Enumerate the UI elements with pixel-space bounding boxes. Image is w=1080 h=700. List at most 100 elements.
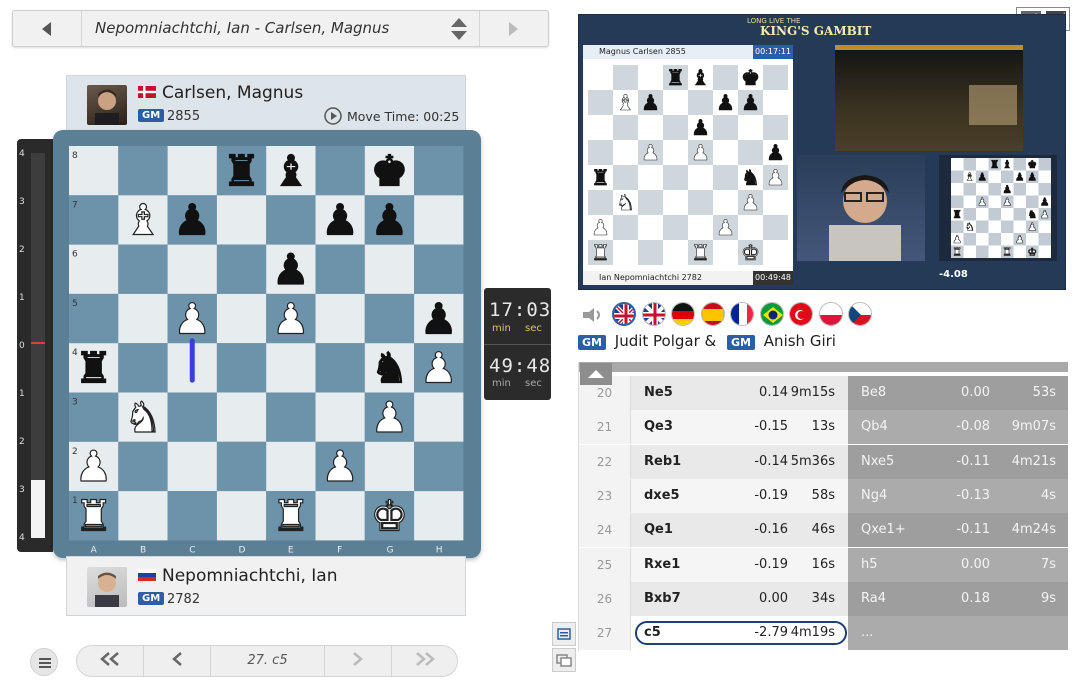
white-move-cell[interactable]: Rxe1 -0.19 16s bbox=[631, 547, 848, 582]
board-square[interactable] bbox=[216, 392, 267, 442]
board-square[interactable] bbox=[266, 392, 316, 442]
fr-flag-icon[interactable] bbox=[730, 302, 754, 326]
white-rook-piece[interactable]: ♜ bbox=[74, 491, 113, 541]
board-square[interactable] bbox=[167, 146, 217, 196]
black-bishop-piece[interactable]: ♝ bbox=[271, 146, 310, 196]
black-move-cell[interactable]: Qb4 -0.08 9m07s bbox=[848, 410, 1068, 445]
en-gb-flag-icon[interactable] bbox=[612, 302, 636, 326]
board-square[interactable] bbox=[364, 293, 415, 344]
board-square[interactable] bbox=[216, 491, 267, 541]
white-move-cell[interactable]: c5 -2.79 4m19s bbox=[631, 616, 848, 651]
video-stream[interactable]: LONG LIVE THE KING'S GAMBIT Magnus Carls… bbox=[578, 14, 1066, 290]
black-pawn-piece[interactable]: ♟ bbox=[370, 195, 409, 245]
board-square[interactable] bbox=[216, 293, 267, 344]
board-square[interactable] bbox=[315, 392, 365, 442]
black-pawn-piece[interactable]: ♟ bbox=[271, 244, 310, 294]
black-move-cell[interactable]: Ng4 -0.13 4s bbox=[848, 478, 1068, 513]
board-square[interactable] bbox=[216, 441, 267, 492]
board-square[interactable] bbox=[414, 491, 464, 541]
black-move-cell[interactable]: h5 0.00 7s bbox=[848, 547, 1068, 582]
menu-button[interactable] bbox=[30, 648, 58, 676]
br-flag-icon[interactable] bbox=[759, 302, 784, 326]
black-pawn-piece[interactable]: ♟ bbox=[173, 195, 212, 245]
board-square[interactable] bbox=[167, 244, 217, 294]
board-square[interactable] bbox=[414, 392, 464, 442]
cz-flag-icon[interactable] bbox=[848, 302, 872, 326]
scroll-up-button[interactable] bbox=[580, 363, 612, 385]
white-knight-piece[interactable]: ♞ bbox=[123, 392, 162, 442]
board-square[interactable] bbox=[118, 491, 168, 541]
board-square[interactable] bbox=[167, 491, 217, 541]
board-square[interactable] bbox=[315, 293, 365, 344]
sort-updown-icon[interactable] bbox=[451, 18, 467, 40]
black-rook-piece[interactable]: ♜ bbox=[222, 146, 261, 196]
white-pawn-piece[interactable]: ♟ bbox=[271, 294, 310, 344]
board-square[interactable] bbox=[118, 293, 168, 344]
board-square[interactable] bbox=[266, 441, 316, 492]
board-square[interactable] bbox=[266, 343, 316, 393]
black-move-cell[interactable]: Nxe5 -0.11 4m21s bbox=[848, 444, 1068, 479]
es-flag-icon[interactable] bbox=[700, 302, 725, 326]
prev-move-button[interactable] bbox=[144, 646, 210, 676]
board-square[interactable] bbox=[118, 441, 168, 492]
game-selector[interactable]: Nepomniachtchi, Ian - Carlsen, Magnus bbox=[12, 10, 549, 47]
move-time: 5m36s bbox=[790, 453, 835, 469]
black-move-cell[interactable]: Qxe1+ -0.11 4m24s bbox=[848, 513, 1068, 548]
pl-flag-icon[interactable] bbox=[818, 302, 843, 326]
white-move-cell[interactable]: Bxb7 0.00 34s bbox=[631, 581, 848, 616]
black-move-cell[interactable]: Ra4 0.18 9s bbox=[848, 581, 1068, 616]
black-pawn-piece[interactable]: ♟ bbox=[419, 294, 458, 344]
prev-game-button[interactable] bbox=[13, 11, 81, 46]
board-square[interactable] bbox=[216, 244, 267, 294]
board-square[interactable] bbox=[216, 343, 267, 393]
board-square[interactable] bbox=[315, 244, 365, 294]
white-pawn-piece[interactable]: ♟ bbox=[74, 442, 113, 492]
next-move-button[interactable] bbox=[325, 646, 391, 676]
board-square[interactable] bbox=[364, 244, 415, 294]
first-move-button[interactable] bbox=[77, 646, 143, 676]
move-time: 16s bbox=[811, 556, 835, 572]
black-rook-piece[interactable]: ♜ bbox=[74, 343, 113, 393]
board-square[interactable] bbox=[414, 441, 464, 492]
board-square[interactable] bbox=[167, 441, 217, 492]
tr-flag-icon[interactable] bbox=[789, 302, 813, 326]
board-square[interactable] bbox=[216, 195, 267, 245]
black-king-piece[interactable]: ♚ bbox=[370, 146, 409, 196]
white-rook-piece[interactable]: ♜ bbox=[271, 491, 310, 541]
white-bishop-piece[interactable]: ♝ bbox=[123, 195, 162, 245]
board-square[interactable] bbox=[315, 146, 365, 196]
black-knight-piece[interactable]: ♞ bbox=[370, 343, 409, 393]
white-move-cell[interactable]: dxe5 -0.19 58s bbox=[631, 478, 848, 513]
board-square[interactable] bbox=[315, 491, 365, 541]
last-move-button[interactable] bbox=[392, 646, 458, 676]
board-square[interactable] bbox=[118, 146, 168, 196]
white-move-cell[interactable]: Qe3 -0.15 13s bbox=[631, 410, 848, 445]
white-pawn-piece[interactable]: ♟ bbox=[419, 343, 458, 393]
board-square[interactable] bbox=[315, 343, 365, 393]
speaker-icon[interactable] bbox=[580, 306, 604, 324]
board-square[interactable] bbox=[414, 195, 464, 245]
chess-board[interactable]: 87654321A B C D E F G H♜ ♝ ♚♝ ♟ ♟ ♟♟♟ ♟ ♟♜ ♞ ♟♞ ♟♟ ♟♜ ♜ ♚ bbox=[53, 130, 481, 558]
board-square[interactable] bbox=[118, 244, 168, 294]
white-move-cell[interactable]: Qe1 -0.16 46s bbox=[631, 513, 848, 548]
board-square[interactable] bbox=[364, 441, 415, 492]
white-king-piece[interactable]: ♚ bbox=[370, 491, 409, 541]
white-pawn-piece[interactable]: ♟ bbox=[173, 294, 212, 344]
white-move-cell[interactable]: Ne5 0.14 9m15s bbox=[631, 376, 848, 410]
board-square[interactable] bbox=[414, 146, 464, 196]
black-move-cell[interactable]: Be8 0.00 53s bbox=[848, 376, 1068, 410]
notation-view-button[interactable] bbox=[552, 622, 576, 646]
white-pawn-piece[interactable]: ♟ bbox=[321, 442, 360, 492]
black-pawn-piece[interactable]: ♟ bbox=[321, 195, 360, 245]
white-move-cell[interactable]: Reb1 -0.14 5m36s bbox=[631, 444, 848, 479]
board-square[interactable] bbox=[414, 244, 464, 294]
black-move-cell[interactable]: ... bbox=[848, 616, 1068, 651]
board-square[interactable] bbox=[118, 343, 168, 393]
next-game-button[interactable] bbox=[480, 11, 548, 46]
de-flag-icon[interactable] bbox=[671, 302, 695, 326]
board-square[interactable] bbox=[266, 195, 316, 245]
white-pawn-piece[interactable]: ♟ bbox=[370, 392, 409, 442]
uk-flag-icon[interactable] bbox=[641, 302, 666, 326]
board-square[interactable] bbox=[167, 392, 217, 442]
chat-view-button[interactable] bbox=[552, 648, 576, 672]
